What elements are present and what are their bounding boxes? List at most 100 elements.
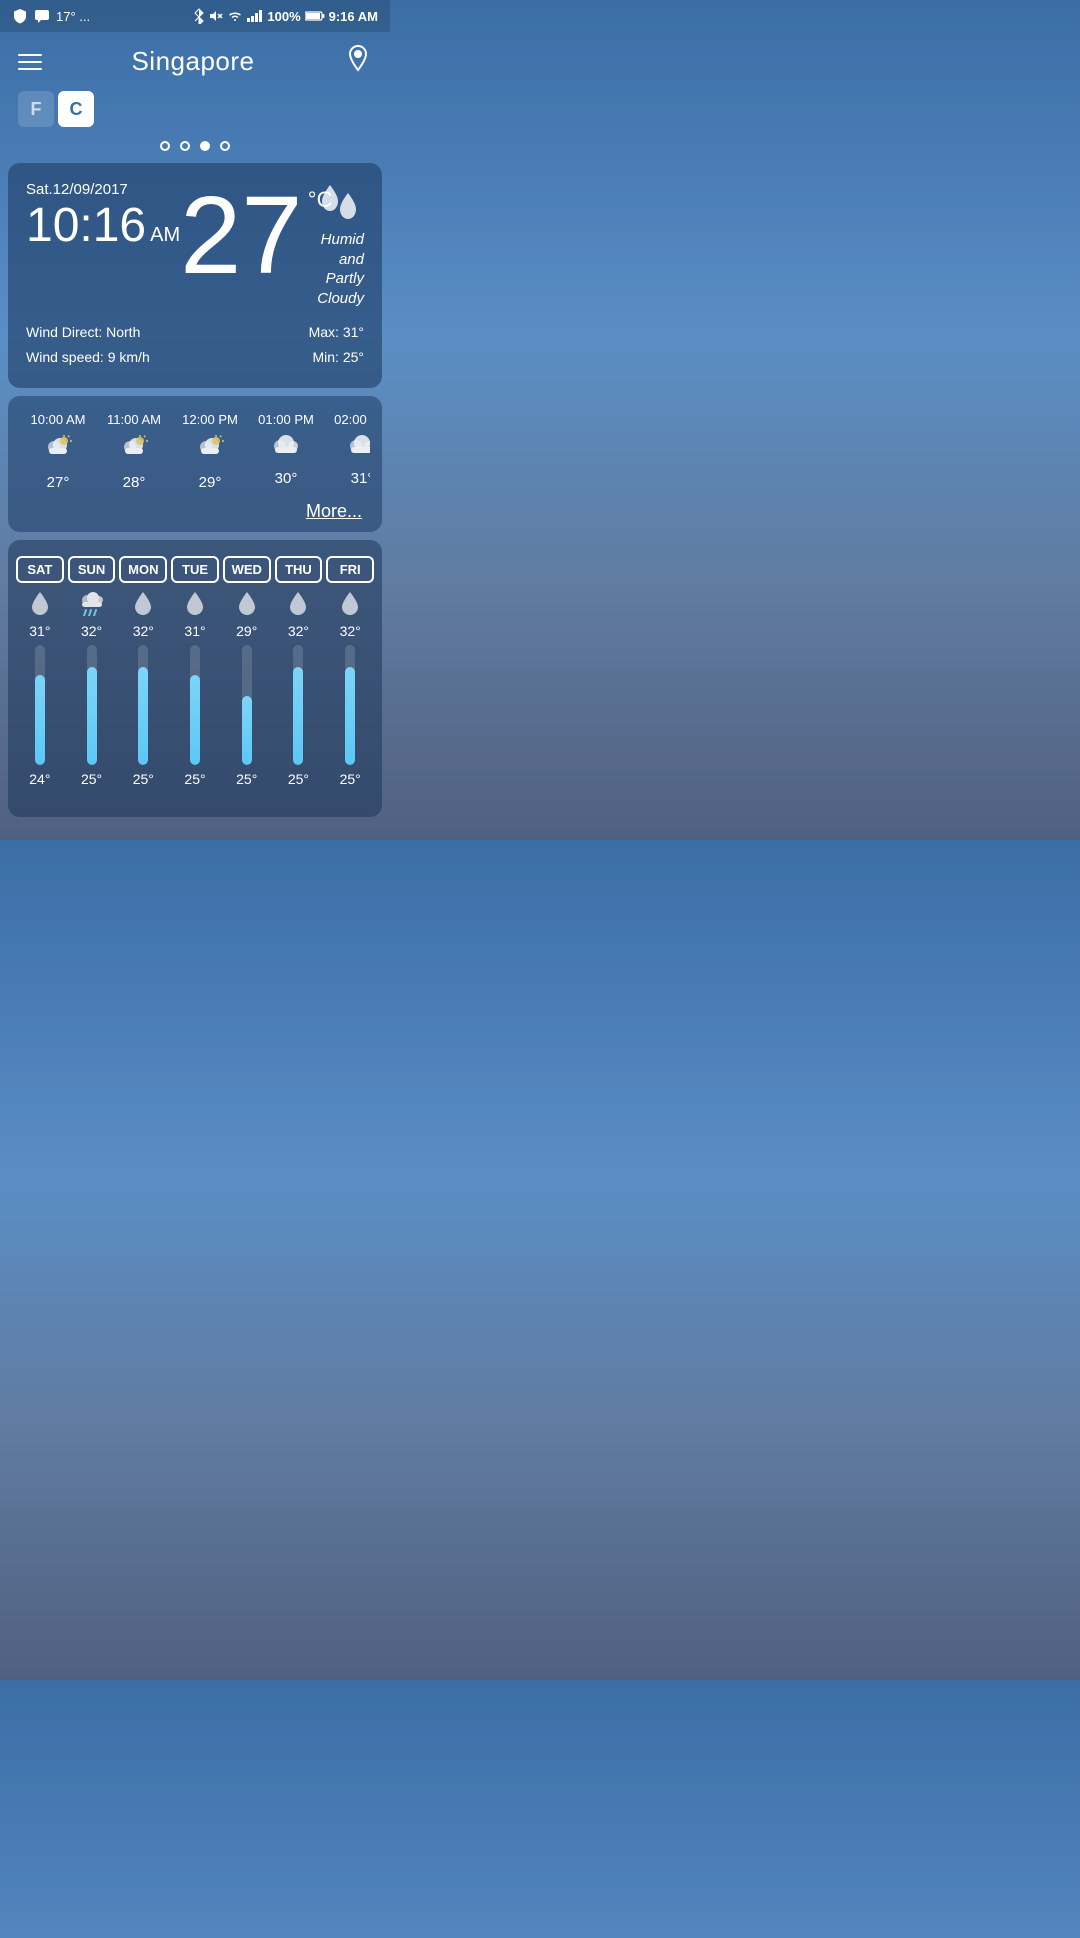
day-min-temp: 25° [133,771,154,787]
temp-bar [86,645,98,765]
hour-weather-icon [346,433,370,464]
wind-speed: Wind speed: 9 km/h [26,345,150,370]
hour-temp: 30° [275,470,298,487]
hourly-item: 10:00 AM 27° [20,412,96,491]
condition-text: Humid and Partly Cloudy [302,230,364,308]
day-column: TUE 31° 25° [171,556,219,787]
day-max-temp: 31° [29,623,50,639]
temp-value: 27°C [180,181,302,291]
page-dot-1[interactable] [160,141,170,151]
battery-level: 100% [267,9,300,24]
mute-icon [209,9,223,23]
page-indicators [0,133,390,163]
date-display: Sat.12/09/2017 [26,181,180,198]
hour-time: 12:00 PM [182,412,238,427]
temp-bar [34,645,46,765]
time-display: 9:16 AM [329,9,378,24]
hourly-item: 01:00 PM 30° [248,412,324,491]
status-bar: 17° ... 100% [0,0,390,32]
day-label: SAT [16,556,64,583]
temperature-status: 17° ... [56,9,90,24]
day-max-temp: 32° [81,623,102,639]
temp-bar [189,645,201,765]
day-label: MON [119,556,167,583]
hour-time: 10:00 AM [31,412,86,427]
day-column: WED 29° 25° [223,556,271,787]
chat-icon [34,8,50,24]
hourly-item: 12:00 PM 29° [172,412,248,491]
day-weather-icon [237,589,257,617]
day-max-temp: 32° [133,623,154,639]
current-weather-card: Sat.12/09/2017 10:16 AM 27°C Humid and P… [8,163,382,388]
day-column: SUN 32° 25° [68,556,116,787]
hour-time: 02:00 PM [334,412,370,427]
day-min-temp: 25° [184,771,205,787]
temp-bar [137,645,149,765]
page-dot-2[interactable] [180,141,190,151]
battery-icon [305,10,325,22]
hour-weather-icon [118,433,150,468]
unit-toggle: F C [0,91,390,133]
day-label: WED [223,556,271,583]
location-button[interactable] [344,44,372,79]
day-weather-icon [133,589,153,617]
status-left: 17° ... [12,8,90,24]
wind-info: Wind Direct: North Wind speed: 9 km/h [26,320,150,370]
day-max-temp: 32° [340,623,361,639]
hour-weather-icon [194,433,226,468]
weekly-forecast-card: SAT 31° 24° SUN 32° 25° MON [8,540,382,817]
hourly-scroll: 10:00 AM 27° 11:00 AM 28° 12:00 PM [20,412,370,491]
temp-bar [241,645,253,765]
hourly-item: 02:00 PM 31° [324,412,370,491]
temp-bar [292,645,304,765]
day-min-temp: 25° [288,771,309,787]
page-dot-4[interactable] [220,141,230,151]
min-temp: Min: 25° [309,345,364,370]
day-min-temp: 24° [29,771,50,787]
hour-time: 01:00 PM [258,412,314,427]
temp-unit: °C [308,189,333,211]
day-column: FRI 32° 25° [326,556,374,787]
temperature-display: 27°C [180,181,302,291]
shield-icon [12,8,28,24]
hour-weather-icon [42,433,74,468]
fahrenheit-button[interactable]: F [18,91,54,127]
wifi-icon [227,9,243,23]
day-weather-icon [78,589,106,617]
day-weather-icon [185,589,205,617]
day-max-temp: 31° [184,623,205,639]
status-right: 100% 9:16 AM [193,8,378,24]
more-button[interactable]: More... [20,501,370,522]
hour-temp: 28° [123,474,146,491]
day-weather-icon [30,589,50,617]
day-column: MON 32° 25° [119,556,167,787]
app-header: Singapore [0,32,390,91]
hour-time: 11:00 AM [107,412,161,427]
hourly-item: 11:00 AM 28° [96,412,172,491]
page-dot-3[interactable] [200,141,210,151]
city-name: Singapore [131,46,254,77]
hour-weather-icon [270,433,302,464]
max-temp: Max: 31° [309,320,364,345]
hourly-forecast-card: 10:00 AM 27° 11:00 AM 28° 12:00 PM [8,396,382,532]
datetime-display: Sat.12/09/2017 10:16 AM [26,181,180,250]
wind-direction: Wind Direct: North [26,320,150,345]
day-label: TUE [171,556,219,583]
week-days-container: SAT 31° 24° SUN 32° 25° MON [16,556,374,787]
day-column: SAT 31° 24° [16,556,64,787]
hour-temp: 31° [351,470,370,487]
temp-range: Max: 31° Min: 25° [309,320,364,370]
location-icon [344,44,372,72]
day-label: SUN [68,556,116,583]
signal-icon [247,10,263,22]
day-label: THU [275,556,323,583]
day-min-temp: 25° [81,771,102,787]
bluetooth-icon [193,8,205,24]
day-max-temp: 32° [288,623,309,639]
day-max-temp: 29° [236,623,257,639]
menu-button[interactable] [18,54,42,70]
ampm-display: AM [150,224,180,247]
day-min-temp: 25° [340,771,361,787]
day-weather-icon [340,589,360,617]
celsius-button[interactable]: C [58,91,94,127]
